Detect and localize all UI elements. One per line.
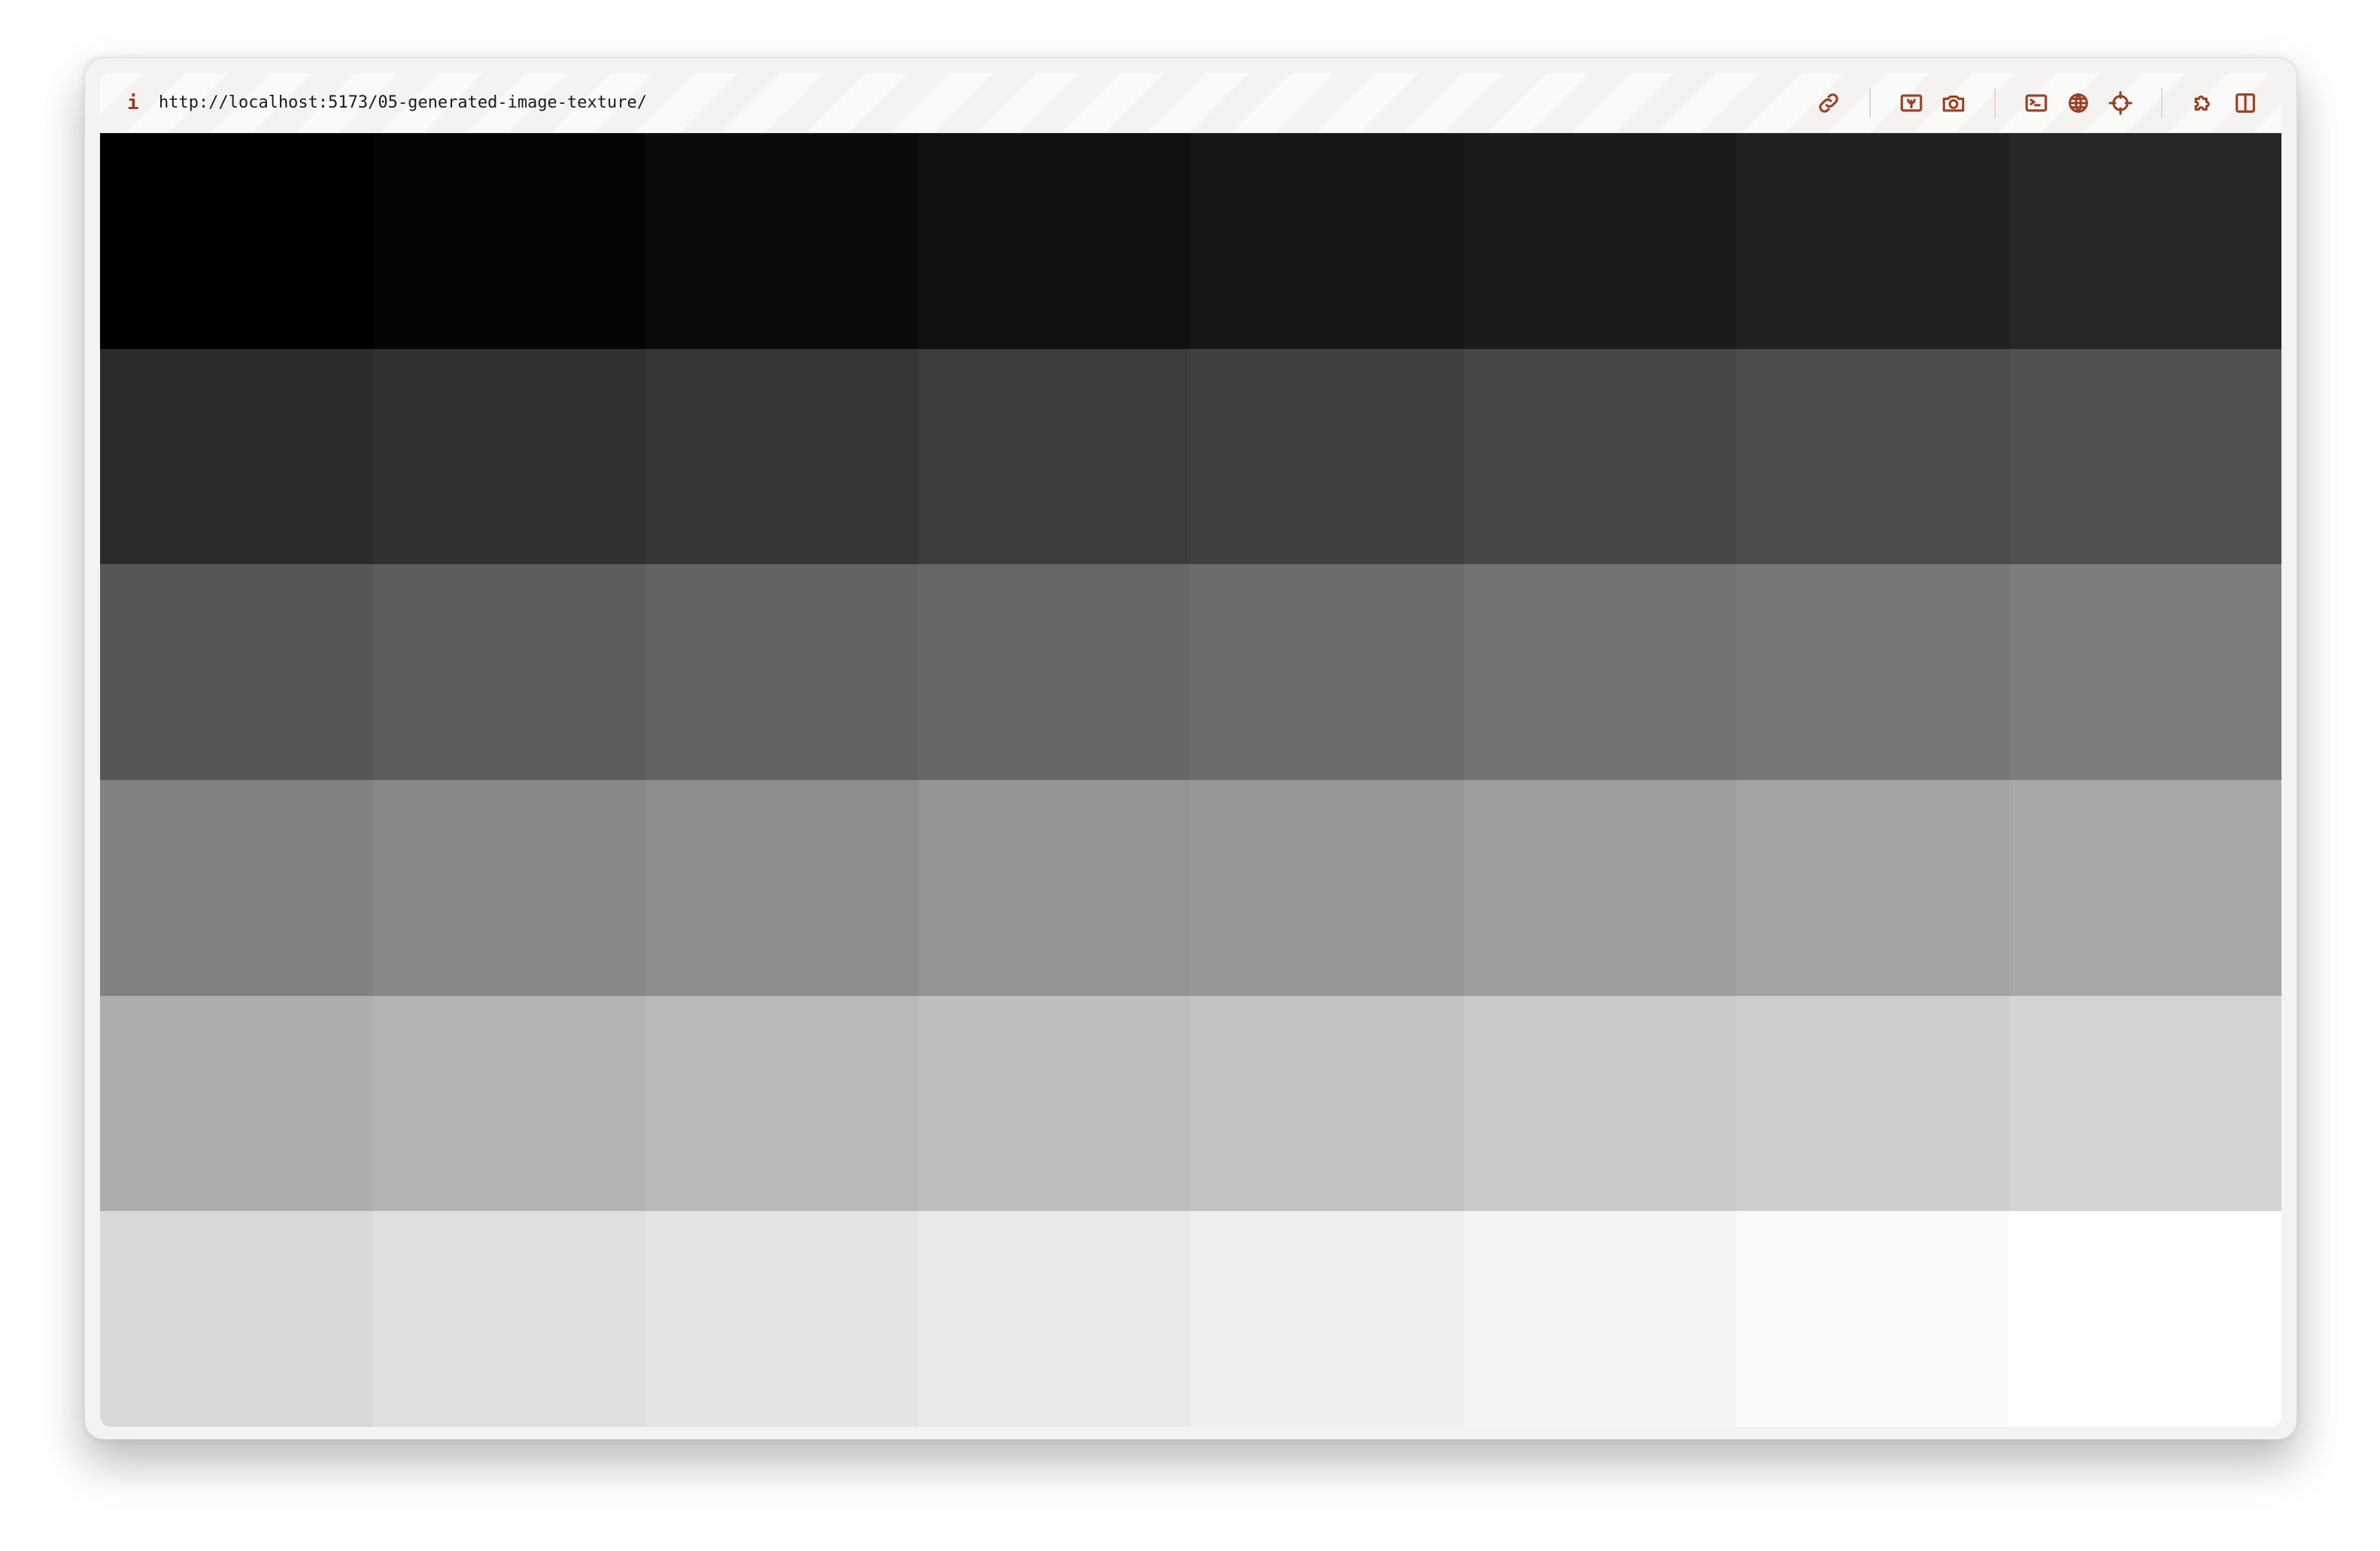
texture-cell: [1463, 133, 1736, 349]
address-bar: i http://localhost:5173/05-generated-ima…: [100, 73, 2281, 133]
texture-cell: [100, 1211, 373, 1427]
texture-cell: [1191, 779, 1464, 996]
texture-cell: [372, 1211, 645, 1427]
texture-cell: [1463, 348, 1736, 565]
texture-cell: [1736, 1211, 2009, 1427]
texture-cell: [645, 564, 918, 780]
browser-content: i http://localhost:5173/05-generated-ima…: [100, 73, 2281, 1427]
texture-cell: [1191, 348, 1464, 565]
browser-window: i http://localhost:5173/05-generated-ima…: [84, 57, 2297, 1440]
texture-cell: [1736, 133, 2009, 349]
texture-cell: [1191, 133, 1464, 349]
texture-cell: [918, 1211, 1191, 1427]
texture-cell: [1463, 779, 1736, 996]
texture-cell: [645, 1211, 918, 1427]
puzzle-icon[interactable]: [2182, 82, 2224, 124]
texture-cell: [1736, 995, 2009, 1212]
texture-cell: [918, 564, 1191, 780]
texture-cell: [1191, 1211, 1464, 1427]
terminal-icon[interactable]: [2015, 82, 2057, 124]
texture-cell: [1463, 564, 1736, 780]
globe-icon[interactable]: [2057, 82, 2099, 124]
texture-cell: [645, 779, 918, 996]
texture-cell: [2008, 133, 2281, 349]
texture-cell: [1736, 779, 2009, 996]
texture-cell: [372, 995, 645, 1212]
texture-cell: [2008, 779, 2281, 996]
texture-cell: [1191, 995, 1464, 1212]
texture-cell: [1736, 348, 2009, 565]
site-info-icon[interactable]: i: [127, 92, 142, 114]
texture-cell: [918, 995, 1191, 1212]
camera-icon[interactable]: [1932, 82, 1975, 124]
texture-cell: [1463, 995, 1736, 1212]
texture-cell: [372, 348, 645, 565]
texture-cell: [372, 133, 645, 349]
texture-cell: [1463, 1211, 1736, 1427]
texture-cell: [100, 133, 373, 349]
texture-cell: [2008, 348, 2281, 565]
texture-cell: [645, 348, 918, 565]
crosshair-icon[interactable]: [2099, 82, 2142, 124]
texture-cell: [645, 995, 918, 1212]
url-field[interactable]: http://localhost:5173/05-generated-image…: [159, 93, 647, 112]
texture-cell: [100, 995, 373, 1212]
texture-cell: [100, 348, 373, 565]
texture-cell: [372, 564, 645, 780]
texture-cell: [918, 133, 1191, 349]
image-icon[interactable]: [1890, 82, 1932, 124]
texture-cell: [918, 348, 1191, 565]
grayscale-texture: [100, 133, 2281, 1427]
toolbar-divider: [1869, 87, 1871, 118]
link-icon[interactable]: [1808, 82, 1850, 124]
texture-cell: [372, 779, 645, 996]
split-view-icon[interactable]: [2224, 82, 2266, 124]
texture-cell: [100, 779, 373, 996]
texture-cell: [2008, 995, 2281, 1212]
toolbar-divider: [2161, 87, 2163, 118]
texture-cell: [1736, 564, 2009, 780]
texture-cell: [100, 564, 373, 780]
toolbar-divider: [1994, 87, 1996, 118]
texture-cell: [2008, 564, 2281, 780]
texture-cell: [2008, 1211, 2281, 1427]
toolbar-actions: [1808, 82, 2266, 124]
texture-cell: [1191, 564, 1464, 780]
texture-cell: [918, 779, 1191, 996]
texture-cell: [645, 133, 918, 349]
